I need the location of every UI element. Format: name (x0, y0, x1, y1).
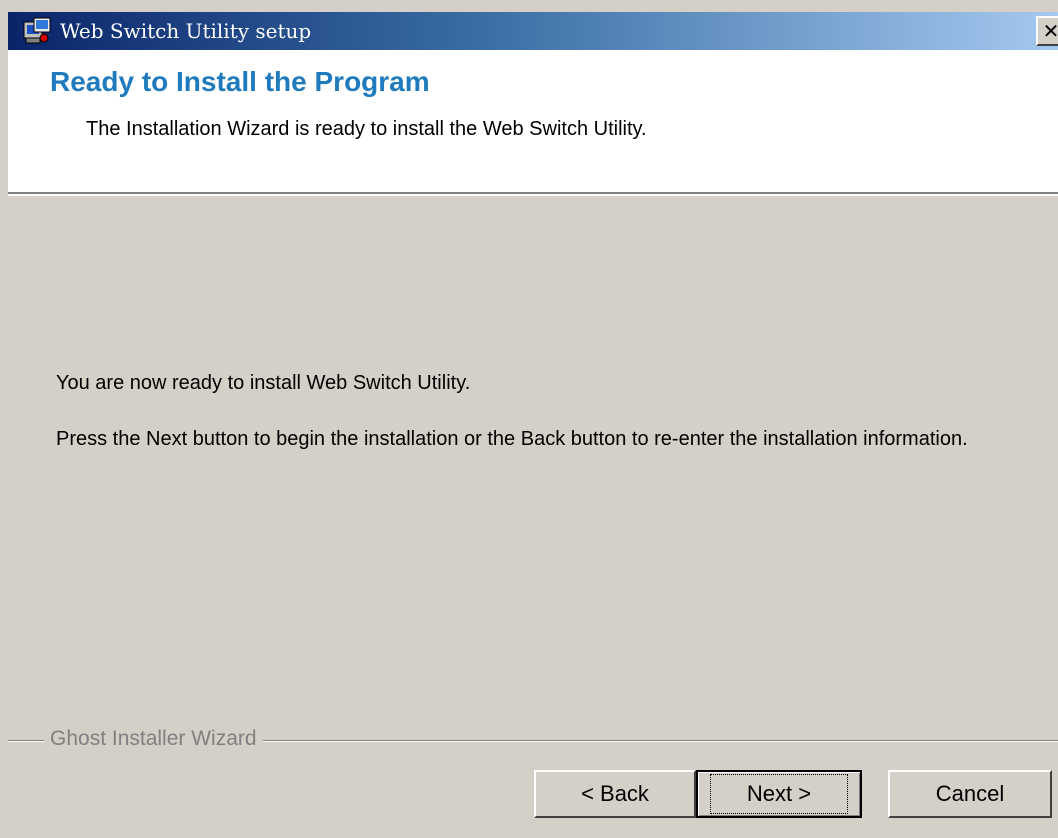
window-title: Web Switch Utility setup (60, 19, 312, 43)
instruction-message: Press the Next button to begin the insta… (56, 428, 968, 450)
close-button[interactable]: ✕ (1036, 16, 1058, 46)
next-button[interactable]: Next > (696, 770, 862, 818)
ready-message: You are now ready to install Web Switch … (56, 372, 471, 394)
back-button[interactable]: < Back (534, 770, 696, 818)
header-divider (8, 192, 1058, 196)
cancel-button[interactable]: Cancel (888, 770, 1052, 818)
wizard-group-label: Ghost Installer Wizard (44, 727, 263, 751)
installer-icon (22, 16, 52, 46)
cancel-button-label: Cancel (935, 781, 1005, 806)
title-bar[interactable]: Web Switch Utility setup ✕ (8, 12, 1058, 50)
close-icon: ✕ (1042, 19, 1058, 43)
page-subtitle: The Installation Wizard is ready to inst… (86, 118, 647, 140)
setup-window: Web Switch Utility setup ✕ Ready to Inst… (0, 0, 1058, 838)
back-button-label: < Back (581, 781, 649, 806)
page-title: Ready to Install the Program (50, 66, 430, 97)
header-panel: Ready to Install the Program The Install… (8, 50, 1058, 192)
next-button-label: Next > (709, 774, 849, 814)
